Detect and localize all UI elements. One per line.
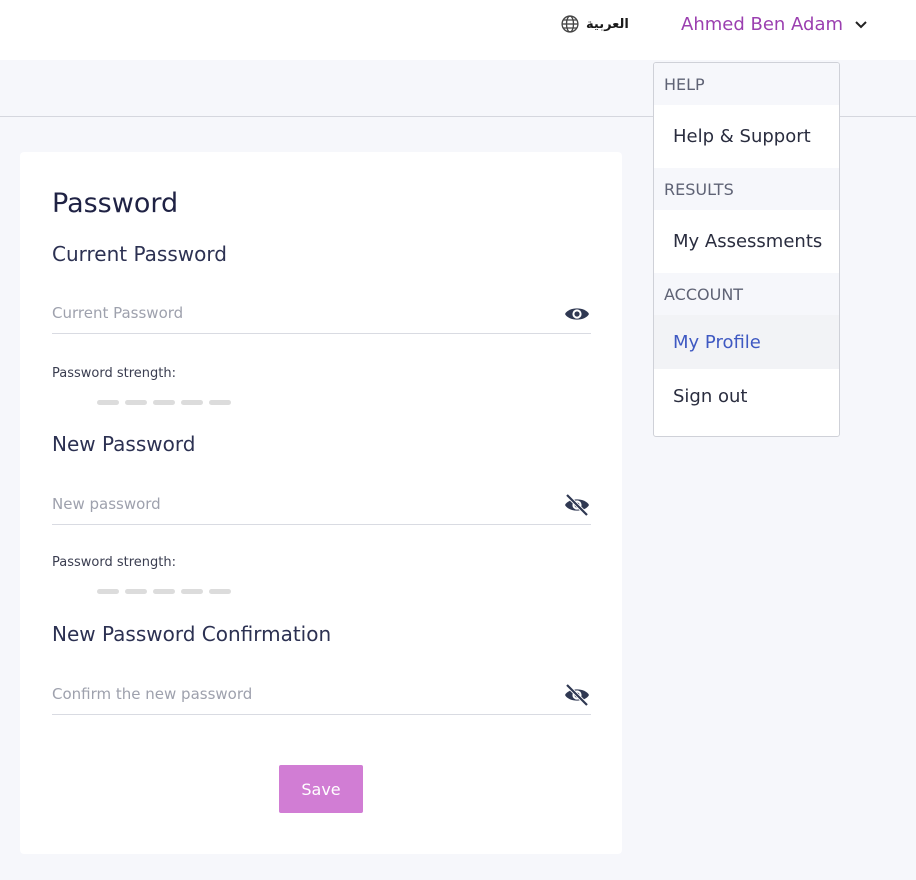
language-label: العربية [586,16,629,32]
current-password-field [52,294,591,334]
menu-item-help-support[interactable]: Help & Support [654,105,839,168]
new-password-input[interactable] [52,485,552,523]
current-password-strength-label: Password strength: [52,366,176,381]
strength-segment [209,589,231,594]
confirm-password-field [52,675,591,715]
strength-segment [97,400,119,405]
strength-segment [181,400,203,405]
current-password-input[interactable] [52,294,552,332]
new-password-field [52,485,591,525]
save-button[interactable]: Save [279,765,363,813]
menu-section-account: ACCOUNT [654,273,839,315]
user-menu-toggle[interactable]: Ahmed Ben Adam [681,12,869,36]
user-dropdown-menu: HELP Help & Support RESULTS My Assessmen… [653,62,840,437]
page-title: Password [52,188,179,219]
eye-off-icon[interactable] [563,493,591,517]
eye-off-icon[interactable] [563,683,591,707]
user-name: Ahmed Ben Adam [681,13,844,35]
language-switcher[interactable]: العربية [560,13,629,35]
confirm-password-label: New Password Confirmation [52,622,332,646]
password-card: Password Current Password Password stren… [20,152,622,854]
strength-segment [125,400,147,405]
current-password-label: Current Password [52,242,227,266]
strength-segment [209,400,231,405]
confirm-password-input[interactable] [52,675,552,713]
new-password-label: New Password [52,432,196,456]
menu-item-my-assessments[interactable]: My Assessments [654,210,839,273]
top-bar: العربية Ahmed Ben Adam [0,0,916,60]
menu-section-results: RESULTS [654,168,839,210]
current-password-strength-meter [97,400,231,405]
strength-segment [181,589,203,594]
eye-icon[interactable] [563,302,591,326]
strength-segment [153,589,175,594]
menu-item-my-profile[interactable]: My Profile [654,315,839,369]
globe-icon [561,15,579,33]
menu-section-help: HELP [654,63,839,105]
strength-segment [125,589,147,594]
new-password-strength-meter [97,589,231,594]
strength-segment [153,400,175,405]
new-password-strength-label: Password strength: [52,555,176,570]
chevron-down-icon [855,21,867,29]
strength-segment [97,589,119,594]
menu-item-sign-out[interactable]: Sign out [654,369,839,423]
